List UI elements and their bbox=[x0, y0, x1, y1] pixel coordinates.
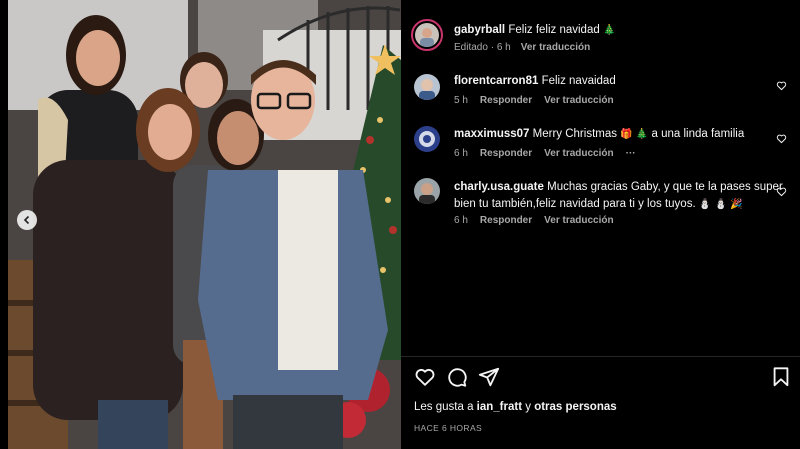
caption-meta: Editado · 6 h Ver traducción bbox=[454, 42, 591, 53]
comment-text: Feliz navaidad bbox=[541, 75, 616, 87]
heart-icon[interactable] bbox=[776, 80, 787, 91]
caption-time: 6 h bbox=[496, 42, 511, 53]
comment-item: maxximuss07 Merry Christmas 🎁 🎄 a una li… bbox=[454, 126, 744, 143]
comment-avatar[interactable] bbox=[414, 74, 440, 100]
actions-divider bbox=[401, 356, 800, 357]
comment-avatar-image bbox=[414, 178, 440, 204]
comment-avatar-image bbox=[414, 126, 440, 152]
action-bar bbox=[414, 366, 794, 390]
comment-text-line2: bien tu también,feliz navidad para ti y … bbox=[454, 198, 696, 210]
likes-conj: y bbox=[525, 401, 531, 413]
more-options-icon[interactable]: ··· bbox=[626, 148, 636, 159]
comment-avatar[interactable] bbox=[414, 178, 440, 204]
likes-summary: Les gusta a ian_fratt y otras personas bbox=[414, 401, 617, 413]
comment-text-after: a una linda familia bbox=[651, 128, 745, 140]
caption-text: Feliz feliz navidad bbox=[508, 24, 600, 36]
translate-link[interactable]: Ver traducción bbox=[544, 215, 613, 226]
edited-label: Editado bbox=[454, 42, 488, 53]
bookmark-icon[interactable] bbox=[770, 366, 792, 388]
comment-username[interactable]: charly.usa.guate bbox=[454, 181, 544, 193]
chevron-left-icon bbox=[23, 215, 30, 225]
comment-emojis: ⛄ ⛄ 🎉 bbox=[698, 199, 743, 210]
gift-emoji: 🎁 bbox=[620, 129, 633, 140]
author-avatar[interactable] bbox=[411, 19, 443, 51]
family-photo-illustration bbox=[8, 0, 401, 449]
reply-link[interactable]: Responder bbox=[480, 215, 532, 226]
heart-icon[interactable] bbox=[414, 366, 436, 388]
translate-link[interactable]: Ver traducción bbox=[544, 95, 613, 106]
comment-meta: 6 h Responder Ver traducción bbox=[454, 215, 614, 226]
comment-icon[interactable] bbox=[446, 366, 468, 388]
comment-username[interactable]: florentcarron81 bbox=[454, 75, 538, 87]
heart-icon[interactable] bbox=[776, 186, 787, 197]
comment-text-line1: Muchas gracias Gaby, y que te la pases s… bbox=[547, 181, 783, 193]
likes-prefix: Les gusta a bbox=[414, 401, 474, 413]
post-timestamp[interactable]: HACE 6 HORAS bbox=[414, 423, 482, 433]
likes-others-link[interactable]: otras personas bbox=[534, 401, 616, 413]
tree-emoji: 🎄 bbox=[635, 129, 649, 140]
comment-avatar[interactable] bbox=[414, 126, 440, 152]
comment-text: Merry Christmas bbox=[532, 128, 617, 140]
post-caption: gabyrball Feliz feliz navidad 🎄 bbox=[454, 22, 615, 39]
send-icon[interactable] bbox=[478, 366, 500, 388]
translate-link[interactable]: Ver traducción bbox=[544, 148, 613, 159]
comment-item: charly.usa.guate Muchas gracias Gaby, y … bbox=[454, 179, 784, 213]
reply-link[interactable]: Responder bbox=[480, 148, 532, 159]
caption-translate-link[interactable]: Ver traducción bbox=[521, 42, 590, 53]
comment-meta: 5 h Responder Ver traducción bbox=[454, 95, 614, 106]
comment-avatar-image bbox=[414, 74, 440, 100]
reply-link[interactable]: Responder bbox=[480, 95, 532, 106]
comment-username[interactable]: maxximuss07 bbox=[454, 128, 529, 140]
author-username[interactable]: gabyrball bbox=[454, 24, 505, 36]
carousel-prev-button[interactable] bbox=[17, 210, 37, 230]
comments-panel: gabyrball Feliz feliz navidad 🎄 Editado … bbox=[401, 0, 800, 449]
post-photo bbox=[8, 0, 401, 449]
author-avatar-image bbox=[415, 23, 439, 47]
likes-user-link[interactable]: ian_fratt bbox=[477, 401, 522, 413]
comment-time: 5 h bbox=[454, 95, 468, 106]
comment-time: 6 h bbox=[454, 148, 468, 159]
comment-meta: 6 h Responder Ver traducción ··· bbox=[454, 148, 636, 159]
caption-emoji: 🎄 bbox=[602, 25, 616, 36]
comment-time: 6 h bbox=[454, 215, 468, 226]
heart-icon[interactable] bbox=[776, 133, 787, 144]
comment-item: florentcarron81 Feliz navaidad bbox=[454, 73, 616, 90]
